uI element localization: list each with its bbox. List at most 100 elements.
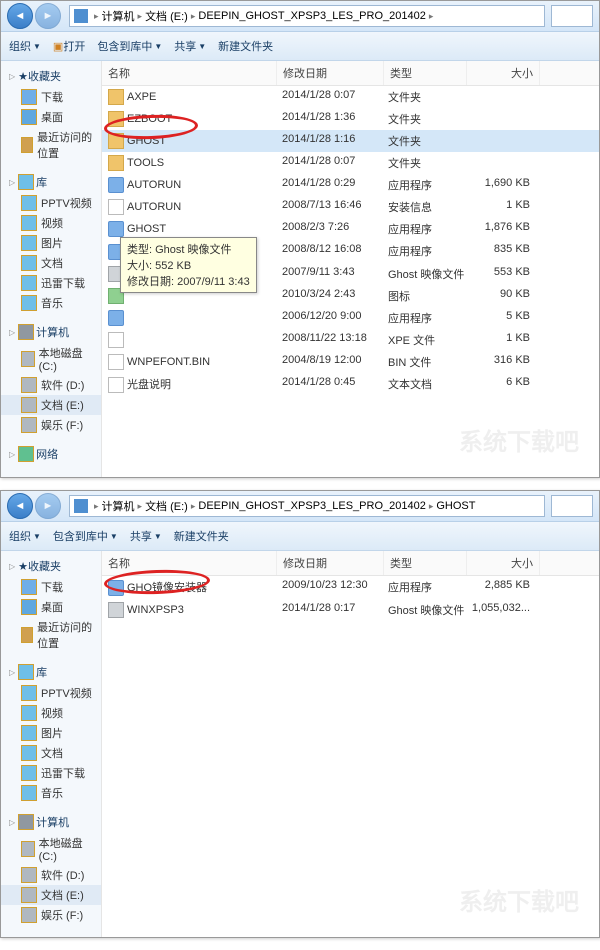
back-button[interactable]: ◄ xyxy=(7,493,33,519)
file-icon xyxy=(108,332,124,348)
sb-edrive[interactable]: 文档 (E:) xyxy=(1,885,101,905)
sb-music[interactable]: 音乐 xyxy=(1,293,101,313)
file-row[interactable]: TOOLS2014/1/28 0:07文件夹 xyxy=(102,152,599,174)
sb-doc[interactable]: 文档 xyxy=(1,253,101,273)
file-date: 2014/1/28 0:07 xyxy=(276,87,382,107)
file-icon xyxy=(108,602,124,618)
file-row[interactable]: 光盘说明2014/1/28 0:45文本文档6 KB xyxy=(102,373,599,396)
sb-libraries[interactable]: ▷库 xyxy=(1,171,101,193)
sb-fdrive[interactable]: 娱乐 (F:) xyxy=(1,905,101,925)
file-row[interactable]: GHOST2014/1/28 1:16文件夹 xyxy=(102,130,599,152)
sb-computer[interactable]: ▷计算机 xyxy=(1,811,101,833)
file-row[interactable]: AXPE 2014/1/28 0:07文件夹 xyxy=(102,86,599,108)
include-button[interactable]: 包含到库中▼ xyxy=(53,528,118,544)
col-size[interactable]: 大小 xyxy=(467,551,540,575)
col-date[interactable]: 修改日期 xyxy=(277,61,384,85)
breadcrumb[interactable]: ▸ 计算机 ▸ 文档 (E:) ▸ DEEPIN_GHOST_XPSP3_LES… xyxy=(69,5,545,27)
bc-folder2[interactable]: GHOST xyxy=(436,500,475,512)
file-list: 名称 修改日期 类型 大小 AXPE2014/1/28 0:07文件夹EZBOO… xyxy=(102,61,599,477)
file-row[interactable]: 2006/12/20 9:00应用程序5 KB xyxy=(102,307,599,329)
sb-cdrive[interactable]: 本地磁盘 (C:) xyxy=(1,833,101,865)
sb-libraries[interactable]: ▷库 xyxy=(1,661,101,683)
file-row[interactable]: GHO镜像安装器2009/10/23 12:30应用程序2,885 KB xyxy=(102,576,599,599)
bc-folder[interactable]: DEEPIN_GHOST_XPSP3_LES_PRO_201402 xyxy=(198,10,425,22)
sb-recent[interactable]: 最近访问的位置 xyxy=(1,127,101,163)
file-size xyxy=(464,87,536,107)
sb-downloads[interactable]: 下载 xyxy=(1,577,101,597)
sb-recent[interactable]: 最近访问的位置 xyxy=(1,617,101,653)
search-input[interactable] xyxy=(551,5,593,27)
file-size: 835 KB xyxy=(464,241,536,262)
sb-desktop[interactable]: 桌面 xyxy=(1,107,101,127)
file-date: 2008/7/13 16:46 xyxy=(276,197,382,217)
file-row[interactable]: AUTORUN2008/7/13 16:46安装信息1 KB xyxy=(102,196,599,218)
share-button[interactable]: 共享▼ xyxy=(174,38,206,54)
file-date: 2014/1/28 0:29 xyxy=(276,175,382,195)
sb-cdrive[interactable]: 本地磁盘 (C:) xyxy=(1,343,101,375)
sb-network[interactable]: ▷网络 xyxy=(1,443,101,465)
breadcrumb[interactable]: ▸ 计算机 ▸ 文档 (E:) ▸ DEEPIN_GHOST_XPSP3_LES… xyxy=(69,495,545,517)
columns-header[interactable]: 名称 修改日期 类型 大小 xyxy=(102,551,599,576)
sb-xunlei[interactable]: 迅雷下载 xyxy=(1,763,101,783)
col-name[interactable]: 名称 xyxy=(102,551,277,575)
sb-ddrive[interactable]: 软件 (D:) xyxy=(1,375,101,395)
forward-button[interactable]: ► xyxy=(35,3,61,29)
sb-favorites[interactable]: ▷★ 收藏夹 xyxy=(1,555,101,577)
file-name: WINXPSP3 xyxy=(127,604,184,616)
file-row[interactable]: EZBOOT2014/1/28 1:36文件夹 xyxy=(102,108,599,130)
bc-folder1[interactable]: DEEPIN_GHOST_XPSP3_LES_PRO_201402 xyxy=(198,500,425,512)
sb-fdrive[interactable]: 娱乐 (F:) xyxy=(1,415,101,435)
explorer-window-2: ◄ ► ▸ 计算机 ▸ 文档 (E:) ▸ DEEPIN_GHOST_XPSP3… xyxy=(0,490,600,938)
file-type: 安装信息 xyxy=(382,197,464,217)
bc-computer[interactable]: 计算机 xyxy=(102,8,135,24)
sb-picture[interactable]: 图片 xyxy=(1,233,101,253)
col-date[interactable]: 修改日期 xyxy=(277,551,384,575)
sb-doc[interactable]: 文档 xyxy=(1,743,101,763)
file-date: 2014/1/28 0:07 xyxy=(276,153,382,173)
sb-picture[interactable]: 图片 xyxy=(1,723,101,743)
file-name: AXPE xyxy=(127,91,156,103)
file-name: EZBOOT xyxy=(127,113,172,125)
sb-favorites[interactable]: ▷★ 收藏夹 xyxy=(1,65,101,87)
sb-desktop[interactable]: 桌面 xyxy=(1,597,101,617)
file-type: 应用程序 xyxy=(382,241,464,262)
open-button[interactable]: ▣ 打开 xyxy=(53,38,85,54)
sb-downloads[interactable]: 下载 xyxy=(1,87,101,107)
file-size: 1,690 KB xyxy=(464,175,536,195)
organize-button[interactable]: 组织▼ xyxy=(9,38,41,54)
file-type: 文件夹 xyxy=(382,87,464,107)
file-type: Ghost 映像文件 xyxy=(382,264,464,284)
col-name[interactable]: 名称 xyxy=(102,61,277,85)
bc-drive[interactable]: 文档 (E:) xyxy=(145,498,188,514)
file-row[interactable]: WNPEFONT.BIN2004/8/19 12:00BIN 文件316 KB xyxy=(102,351,599,373)
col-type[interactable]: 类型 xyxy=(384,551,467,575)
file-size xyxy=(464,109,536,129)
bc-computer[interactable]: 计算机 xyxy=(102,498,135,514)
file-tooltip: 类型: Ghost 映像文件 大小: 552 KB 修改日期: 2007/9/1… xyxy=(120,237,257,293)
file-row[interactable]: WINXPSP32014/1/28 0:17Ghost 映像文件1,055,03… xyxy=(102,599,599,621)
sb-pptv[interactable]: PPTV视频 xyxy=(1,193,101,213)
sb-pptv[interactable]: PPTV视频 xyxy=(1,683,101,703)
col-type[interactable]: 类型 xyxy=(384,61,467,85)
bc-drive[interactable]: 文档 (E:) xyxy=(145,8,188,24)
sb-ddrive[interactable]: 软件 (D:) xyxy=(1,865,101,885)
sb-video[interactable]: 视频 xyxy=(1,213,101,233)
forward-button[interactable]: ► xyxy=(35,493,61,519)
organize-button[interactable]: 组织▼ xyxy=(9,528,41,544)
sb-music[interactable]: 音乐 xyxy=(1,783,101,803)
file-date: 2014/1/28 0:45 xyxy=(276,374,382,395)
file-row[interactable]: 2008/11/22 13:18XPE 文件1 KB xyxy=(102,329,599,351)
newfolder-button[interactable]: 新建文件夹 xyxy=(218,38,273,54)
file-row[interactable]: AUTORUN2014/1/28 0:29应用程序1,690 KB xyxy=(102,174,599,196)
sb-edrive[interactable]: 文档 (E:) xyxy=(1,395,101,415)
sb-computer[interactable]: ▷计算机 xyxy=(1,321,101,343)
columns-header[interactable]: 名称 修改日期 类型 大小 xyxy=(102,61,599,86)
include-button[interactable]: 包含到库中▼ xyxy=(97,38,162,54)
back-button[interactable]: ◄ xyxy=(7,3,33,29)
search-input[interactable] xyxy=(551,495,593,517)
share-button[interactable]: 共享▼ xyxy=(130,528,162,544)
col-size[interactable]: 大小 xyxy=(467,61,540,85)
sb-video[interactable]: 视频 xyxy=(1,703,101,723)
sb-xunlei[interactable]: 迅雷下载 xyxy=(1,273,101,293)
newfolder-button[interactable]: 新建文件夹 xyxy=(174,528,229,544)
